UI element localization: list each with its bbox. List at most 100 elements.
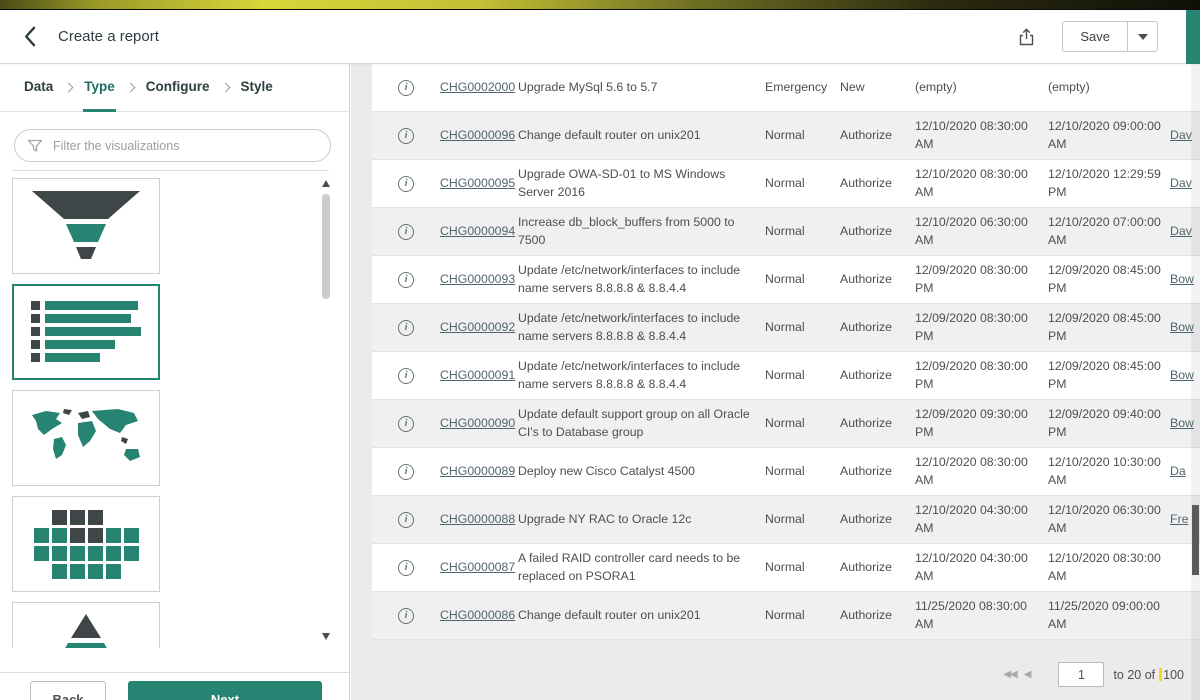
start-date-cell: 12/10/2020 06:30:00AM [915, 214, 1048, 250]
change-number-link[interactable]: CHG0000096 [440, 128, 515, 142]
scroll-down-arrow-icon[interactable] [322, 633, 330, 640]
short-description-cell: Update default support group on all Orac… [518, 406, 765, 442]
end-date-cell: 12/10/2020 08:30:00AM [1048, 550, 1170, 586]
scroll-up-arrow-icon[interactable] [322, 180, 330, 187]
info-icon[interactable] [398, 464, 414, 480]
end-date-cell: 12/10/2020 09:00:00AM [1048, 118, 1170, 154]
table-row: CHG0000086 Change default router on unix… [372, 592, 1200, 640]
start-date-cell: 12/10/2020 04:30:00AM [915, 502, 1048, 538]
info-icon[interactable] [398, 560, 414, 576]
change-number-link[interactable]: CHG0000091 [440, 368, 515, 382]
funnel-chart-icon [32, 191, 140, 261]
priority-cell: Normal [765, 559, 840, 577]
step-data[interactable]: Data [23, 64, 54, 112]
info-icon[interactable] [398, 416, 414, 432]
assignee-link[interactable]: Da [1170, 464, 1186, 478]
back-chevron-icon [24, 26, 36, 47]
change-number-link[interactable]: CHG0000093 [440, 272, 515, 286]
short-description-cell: Update /etc/network/interfaces to includ… [518, 262, 765, 298]
change-number-link[interactable]: CHG0000092 [440, 320, 515, 334]
info-icon[interactable] [398, 128, 414, 144]
table-row: CHG0000094 Increase db_block_buffers fro… [372, 208, 1200, 256]
page-number-input[interactable] [1058, 662, 1104, 687]
state-cell: Authorize [840, 223, 915, 241]
pagination-range-text: to 20 of [1113, 668, 1155, 682]
state-cell: Authorize [840, 175, 915, 193]
start-date-cell: 12/10/2020 08:30:00AM [915, 166, 1048, 202]
save-split-button: Save [1062, 21, 1158, 52]
assignee-link[interactable]: Dav [1170, 176, 1192, 190]
change-number-link[interactable]: CHG0000086 [440, 608, 515, 622]
state-cell: Authorize [840, 271, 915, 289]
change-number-link[interactable]: CHG0000095 [440, 176, 515, 190]
change-number-link[interactable]: CHG0000089 [440, 464, 515, 478]
back-step-button[interactable]: Back [30, 681, 106, 700]
viz-type-pyramid[interactable] [12, 602, 160, 648]
step-type[interactable]: Type [83, 64, 116, 112]
info-icon[interactable] [398, 80, 414, 96]
assignee-link[interactable]: Dav [1170, 224, 1192, 238]
step-configure[interactable]: Configure [145, 64, 211, 112]
priority-cell: Emergency [765, 79, 840, 97]
visualization-filter-input[interactable] [14, 129, 331, 162]
world-map-icon [26, 407, 146, 469]
state-cell: Authorize [840, 367, 915, 385]
pagination-total: 100 [1163, 668, 1184, 682]
back-button[interactable] [24, 26, 36, 47]
panel-scrollbar[interactable] [319, 178, 333, 642]
table-row: CHG0000088 Upgrade NY RAC to Oracle 12c … [372, 496, 1200, 544]
report-preview: CHG0002000 Upgrade MySql 5.6 to 5.7 Emer… [351, 64, 1200, 700]
step-style[interactable]: Style [240, 64, 274, 112]
viz-type-heatmap[interactable] [12, 496, 160, 592]
info-icon[interactable] [398, 368, 414, 384]
chevron-down-icon [1138, 34, 1148, 40]
short-description-cell: Change default router on unix201 [518, 127, 765, 145]
info-icon[interactable] [398, 272, 414, 288]
browser-chrome-bar [0, 0, 1200, 10]
heatmap-icon [34, 510, 139, 579]
info-icon[interactable] [398, 512, 414, 528]
short-description-cell: Increase db_block_buffers from 5000 to 7… [518, 214, 765, 250]
end-date-cell: 12/10/2020 06:30:00AM [1048, 502, 1170, 538]
state-cell: Authorize [840, 127, 915, 145]
first-page-icon[interactable] [1003, 669, 1016, 680]
state-cell: Authorize [840, 559, 915, 577]
short-description-cell: Update /etc/network/interfaces to includ… [518, 358, 765, 394]
change-number-link[interactable]: CHG0002000 [440, 80, 515, 94]
save-button[interactable]: Save [1062, 21, 1127, 52]
change-number-link[interactable]: CHG0000087 [440, 560, 515, 574]
start-date-cell: 12/10/2020 04:30:00AM [915, 550, 1048, 586]
report-designer-panel: Data Type Configure Style [0, 64, 350, 700]
start-date-cell: 12/10/2020 08:30:00AM [915, 454, 1048, 490]
info-icon[interactable] [398, 608, 414, 624]
panel-scrollbar-thumb[interactable] [322, 194, 330, 299]
info-icon[interactable] [398, 224, 414, 240]
viz-type-funnel[interactable] [12, 178, 160, 274]
page-scrollbar-thumb[interactable] [1192, 505, 1199, 575]
short-description-cell: A failed RAID controller card needs to b… [518, 550, 765, 586]
next-step-button[interactable]: Next [128, 681, 322, 700]
save-dropdown-button[interactable] [1127, 21, 1158, 52]
share-button[interactable] [1017, 27, 1036, 47]
assignee-link[interactable]: Dav [1170, 128, 1192, 142]
priority-cell: Normal [765, 271, 840, 289]
viz-type-world-map[interactable] [12, 390, 160, 486]
share-icon [1017, 27, 1036, 47]
assignee-link[interactable]: Fre [1170, 512, 1188, 526]
change-number-link[interactable]: CHG0000088 [440, 512, 515, 526]
change-number-link[interactable]: CHG0000094 [440, 224, 515, 238]
info-icon[interactable] [398, 320, 414, 336]
table-row: CHG0000090 Update default support group … [372, 400, 1200, 448]
change-number-link[interactable]: CHG0000090 [440, 416, 515, 430]
page-scrollbar[interactable] [1191, 64, 1200, 700]
previous-page-icon[interactable] [1024, 669, 1031, 680]
header-actions: Save [1017, 21, 1158, 52]
table-row: CHG0000091 Update /etc/network/interface… [372, 352, 1200, 400]
state-cell: Authorize [840, 463, 915, 481]
info-icon[interactable] [398, 176, 414, 192]
viz-type-horizontal-bars[interactable] [12, 284, 160, 380]
end-date-cell: 12/10/2020 12:29:59PM [1048, 166, 1170, 202]
priority-cell: Normal [765, 511, 840, 529]
short-description-cell: Deploy new Cisco Catalyst 4500 [518, 463, 765, 481]
state-cell: Authorize [840, 511, 915, 529]
